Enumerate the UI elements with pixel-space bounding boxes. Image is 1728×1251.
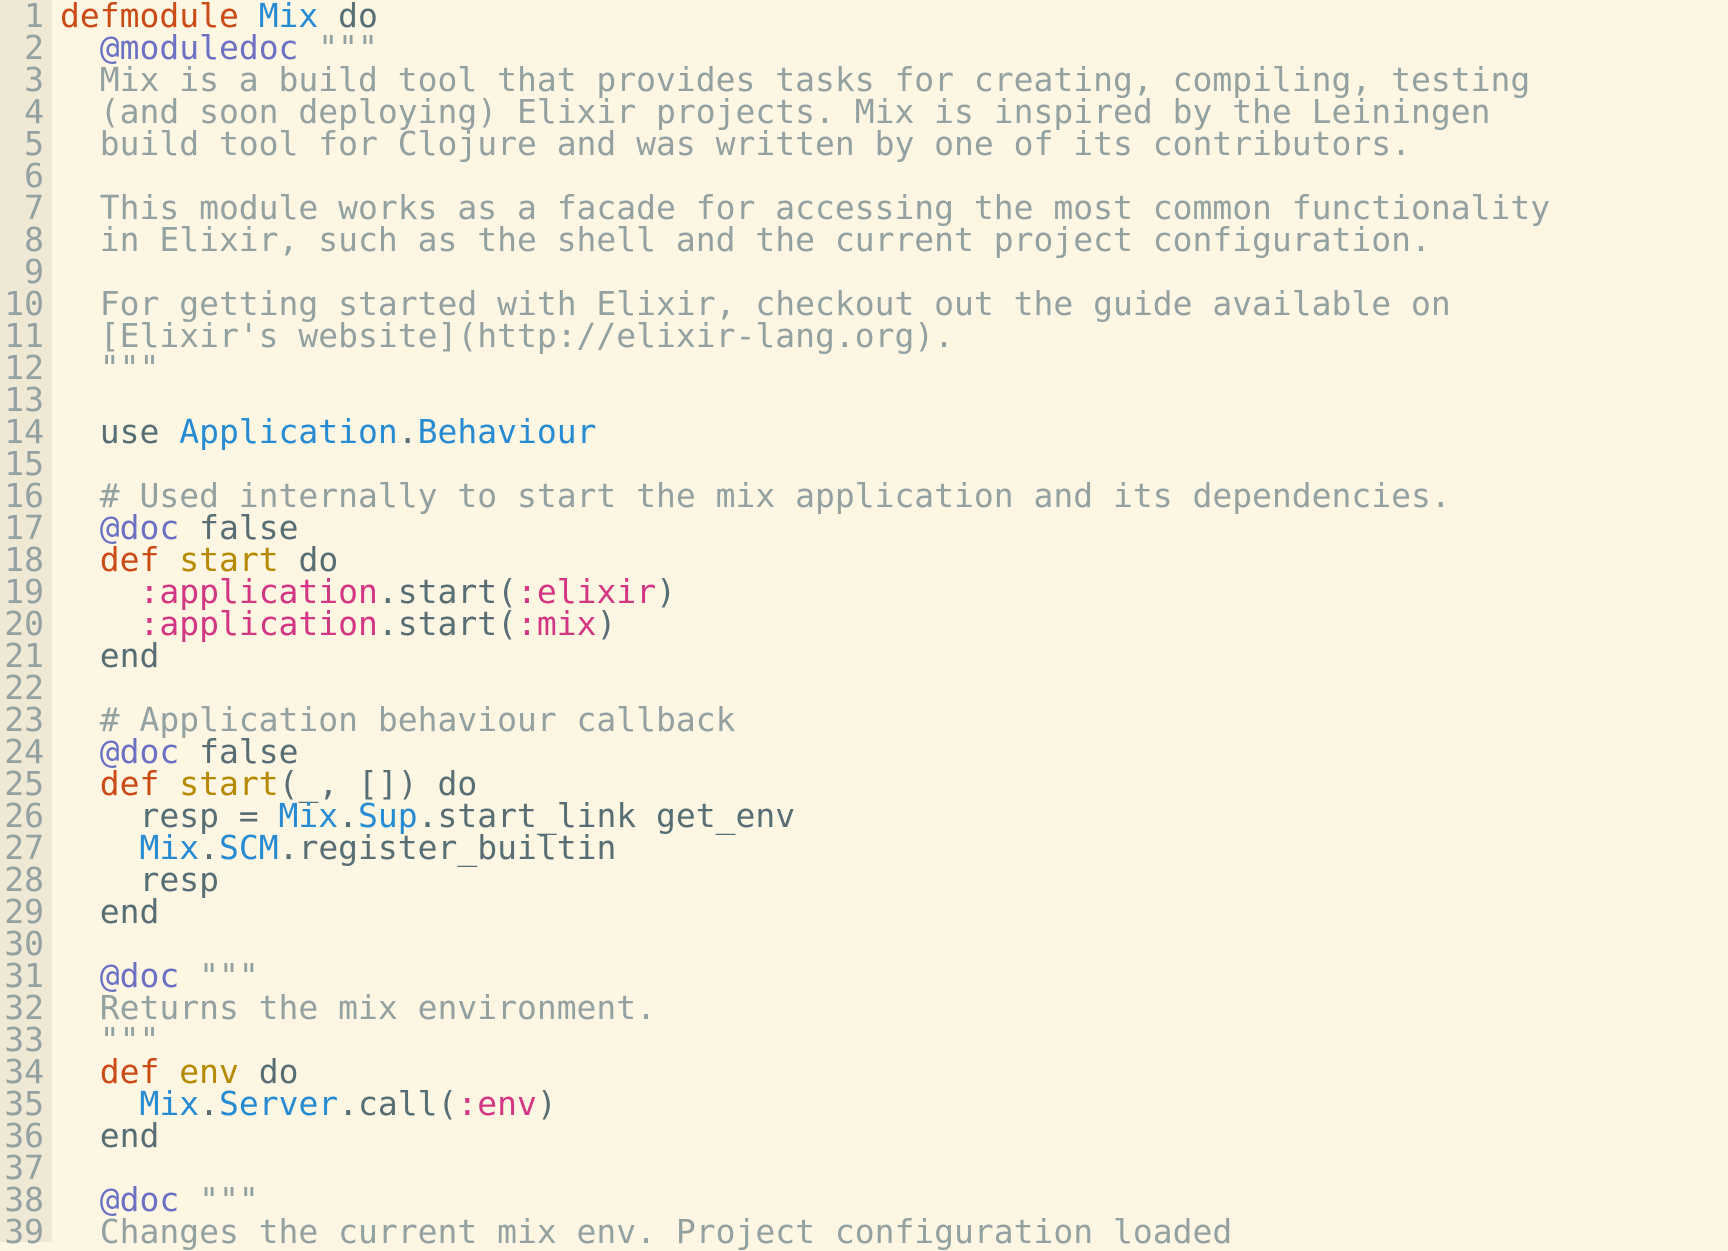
token-atom: :env <box>457 1084 537 1123</box>
code-line[interactable]: 21 end <box>0 639 1728 672</box>
code-line[interactable]: 14 use Application.Behaviour <box>0 415 1728 448</box>
token-tx: end <box>60 892 160 931</box>
code-line[interactable]: 28 resp <box>0 863 1728 896</box>
token-tx: ) <box>536 1084 557 1123</box>
token-mod: Application <box>179 412 398 451</box>
token-str: build tool for Clojure and was written b… <box>60 124 1412 163</box>
token-str: """ <box>60 348 160 387</box>
token-str: [Elixir's website](http://elixir-lang.or… <box>60 316 955 355</box>
code-line[interactable]: 35 Mix.Server.call(:env) <box>0 1087 1728 1120</box>
code-editor[interactable]: 1 defmodule Mix do 2 @moduledoc """ 3 Mix i… <box>0 0 1728 1248</box>
code-line[interactable]: 37 <box>0 1151 1728 1184</box>
line-code: Changes the current mix env. Project con… <box>60 1215 1232 1248</box>
code-line[interactable]: 20 :application.start(:mix) <box>0 607 1728 640</box>
token-str: Changes the current mix env. Project con… <box>60 1212 1233 1251</box>
line-code: end <box>60 1119 160 1152</box>
code-line[interactable]: 11 [Elixir's website](http://elixir-lang… <box>0 319 1728 352</box>
code-line[interactable]: 39 Changes the current mix env. Project … <box>0 1212 1728 1251</box>
code-line[interactable]: 36 end <box>0 1119 1728 1152</box>
token-tx: end <box>60 636 160 675</box>
code-line[interactable]: 30 <box>0 927 1728 960</box>
line-number: 39 <box>4 1212 44 1251</box>
token-atom: :mix <box>516 604 597 643</box>
line-code: build tool for Clojure and was written b… <box>60 127 1411 160</box>
code-line[interactable]: 12 """ <box>0 351 1728 384</box>
line-code: in Elixir, such as the shell and the cur… <box>60 223 1431 256</box>
code-line[interactable]: 32 Returns the mix environment. <box>0 991 1728 1024</box>
token-tx: use <box>60 412 180 451</box>
line-code: end <box>60 895 160 928</box>
line-code: [Elixir's website](http://elixir-lang.or… <box>60 319 954 352</box>
line-code: use Application.Behaviour <box>60 415 597 448</box>
code-line[interactable]: 29 end <box>0 895 1728 928</box>
token-mod: Behaviour <box>417 412 597 451</box>
token-tx: .call( <box>338 1084 458 1123</box>
token-tx: end <box>60 1116 160 1155</box>
token-tx: .start( <box>377 604 517 643</box>
token-mod: SCM <box>218 828 279 867</box>
token-tx: ) <box>596 604 617 643</box>
token-mod: Server <box>218 1084 339 1123</box>
token-atom: :application <box>139 604 378 643</box>
line-code: """ <box>60 351 160 384</box>
token-tx: . <box>397 412 418 451</box>
token-tx: .register_builtin <box>278 828 617 867</box>
code-line[interactable]: 27 Mix.SCM.register_builtin <box>0 831 1728 864</box>
token-str: in Elixir, such as the shell and the cur… <box>60 220 1431 259</box>
line-code: end <box>60 639 160 672</box>
code-line[interactable]: 5 build tool for Clojure and was written… <box>0 127 1728 160</box>
code-line[interactable]: 8 in Elixir, such as the shell and the c… <box>0 223 1728 256</box>
token-tx: ) <box>656 572 676 611</box>
token-tx: . <box>199 1084 219 1123</box>
